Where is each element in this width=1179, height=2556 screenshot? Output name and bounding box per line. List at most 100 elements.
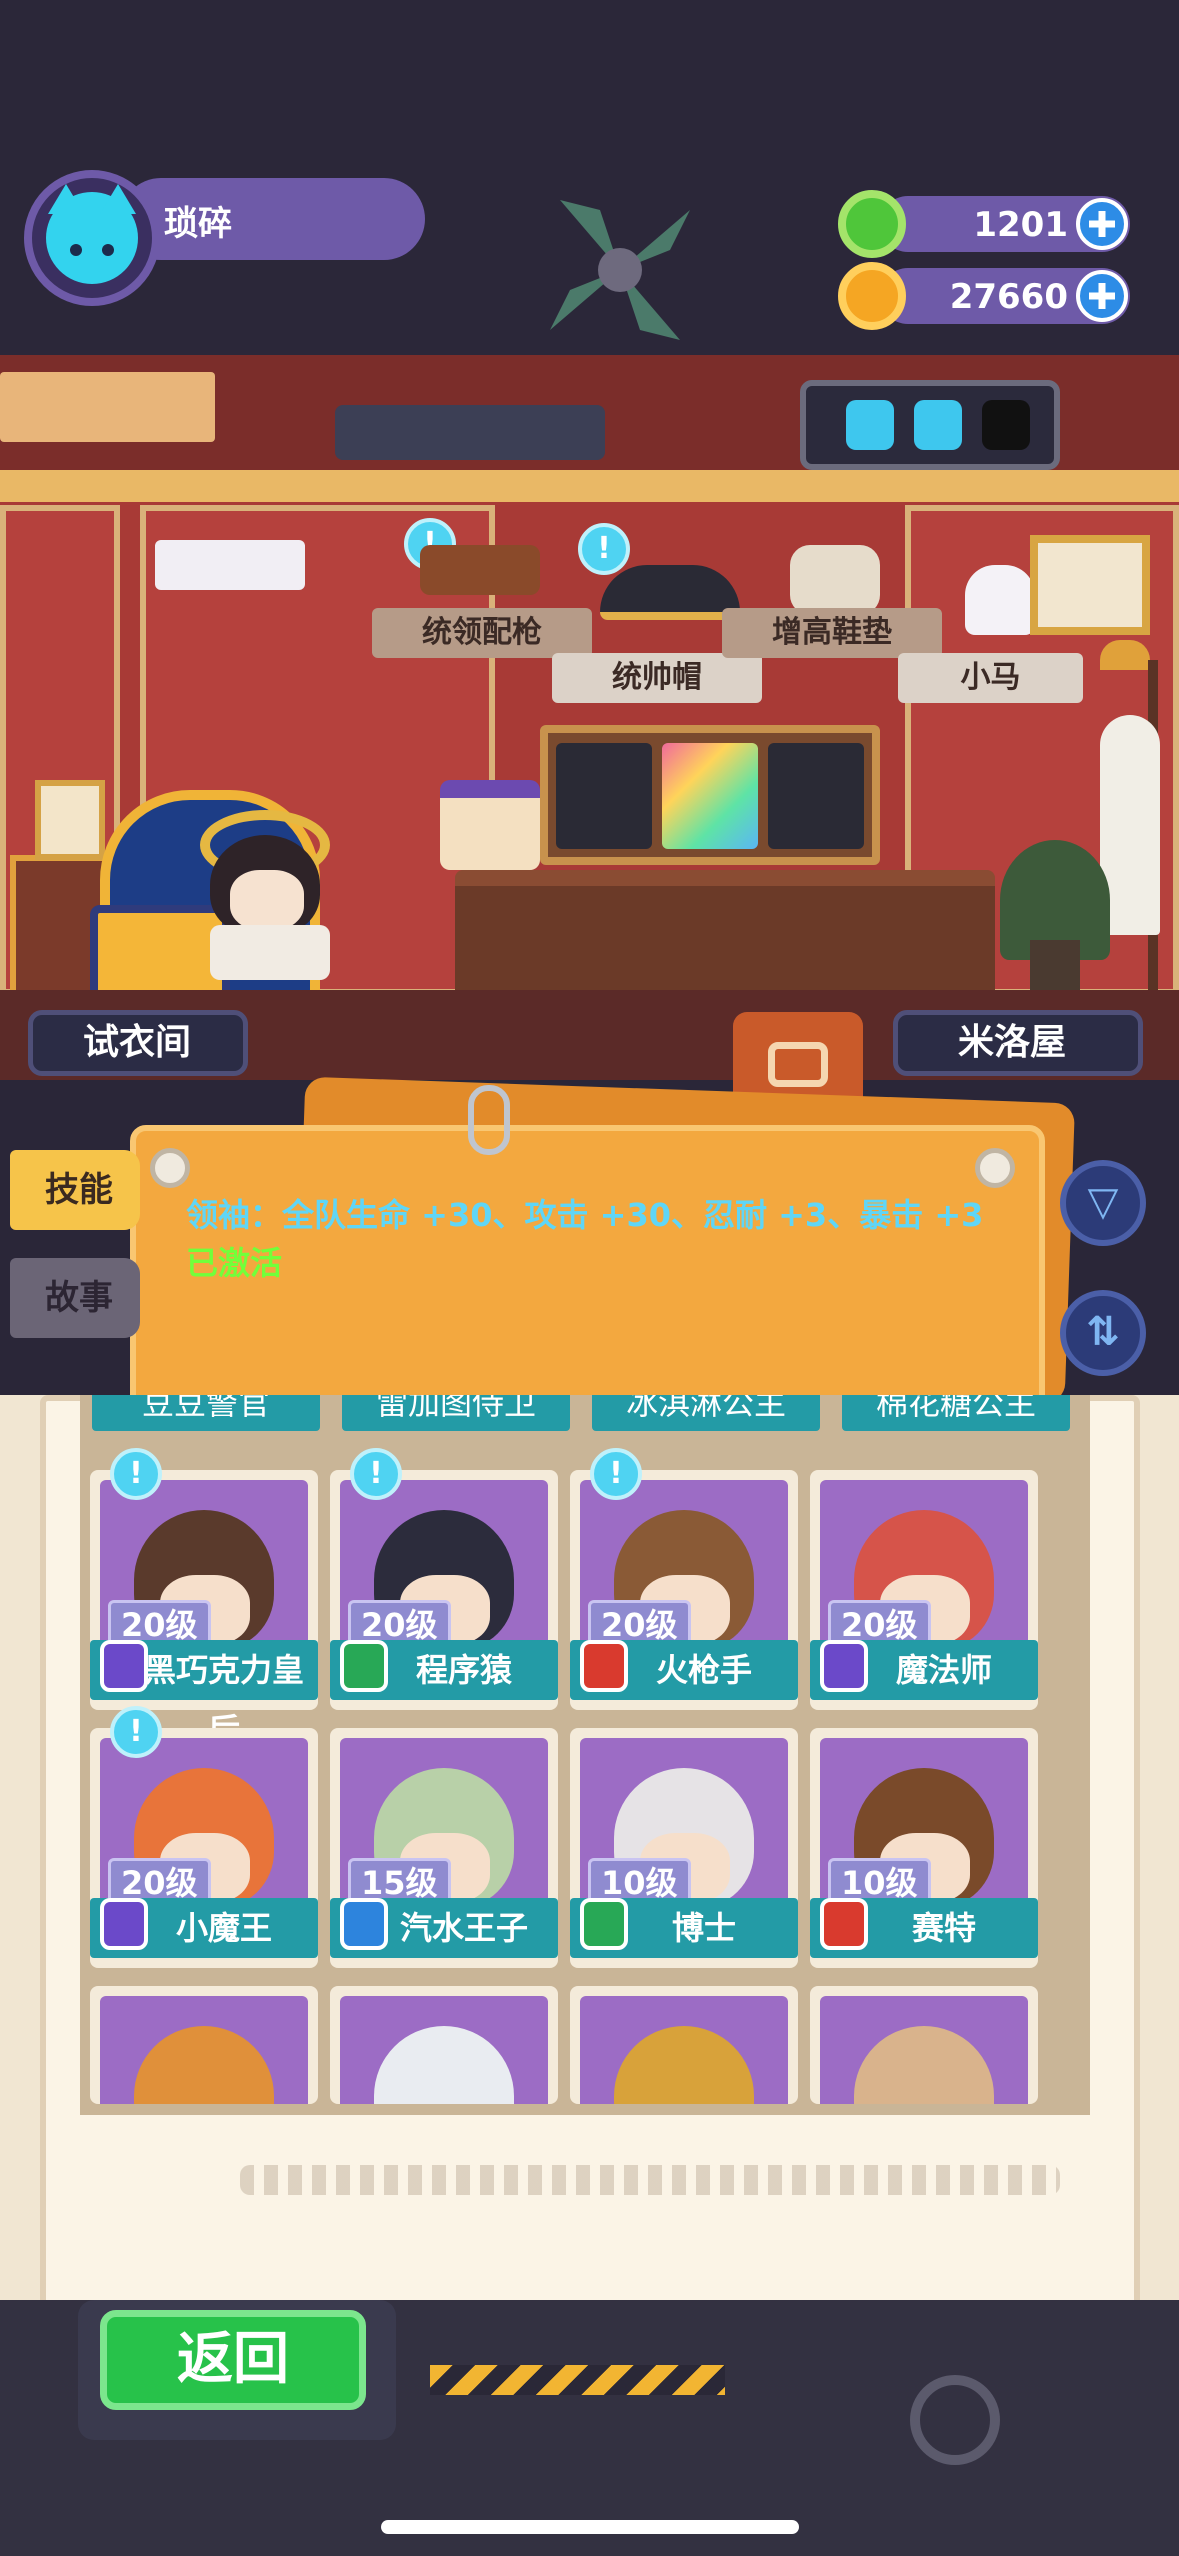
rank-shield-icon [820, 1640, 868, 1692]
tab-story[interactable]: 故事 [10, 1258, 140, 1338]
projector-icon [155, 540, 305, 590]
character-name[interactable]: 冰淇淋公主 [592, 1395, 820, 1431]
cake-icon [440, 780, 540, 870]
character-card[interactable]: 10级 博士 [570, 1728, 798, 1968]
alert-bubble-icon [350, 1448, 402, 1500]
battery-empty-icon [982, 400, 1030, 450]
tab-story-label: 故事 [45, 1278, 113, 1318]
fan-icon [550, 200, 690, 340]
fitting-room-button[interactable]: 试衣间 [28, 1010, 248, 1076]
tab-skills-label: 技能 [45, 1170, 113, 1210]
item-label-pistol[interactable]: 统领配枪 [372, 608, 592, 658]
battery-icon [846, 400, 894, 450]
filter-button[interactable]: ▽ [1060, 1160, 1146, 1246]
alert-bubble-icon [110, 1706, 162, 1758]
battery-icon [914, 400, 962, 450]
rank-shield-icon [340, 1898, 388, 1950]
alert-bubble-icon [590, 1448, 642, 1500]
item-label-horse[interactable]: 小马 [898, 653, 1083, 703]
item-label-hat[interactable]: 统帅帽 [552, 653, 762, 703]
character-card[interactable] [570, 1986, 798, 2104]
rank-shield-icon [340, 1640, 388, 1692]
player-avatar[interactable] [24, 170, 160, 306]
gauge-icon [910, 2375, 1000, 2465]
player-name: 琐碎 [164, 204, 232, 244]
page-footer-text [240, 2165, 1060, 2195]
back-button[interactable]: 返回 [100, 2310, 366, 2410]
character-portrait [100, 1996, 308, 2104]
fitting-room-label: 试衣间 [83, 1022, 192, 1063]
sort-button[interactable]: ⇅ [1060, 1290, 1146, 1376]
rank-shield-icon [820, 1898, 868, 1950]
milo-house-label: 米洛屋 [958, 1022, 1067, 1063]
character-portrait [580, 1996, 788, 2104]
character-name[interactable]: 雷加图侍卫 [342, 1395, 570, 1431]
hazard-stripe [430, 2365, 725, 2395]
horse-portrait-icon [1030, 535, 1150, 635]
filter-icon: ▽ [1087, 1179, 1119, 1225]
rank-shield-icon [580, 1640, 628, 1692]
add-green-currency-button[interactable] [1076, 198, 1128, 250]
pistol-icon[interactable] [420, 545, 540, 595]
insole-icon[interactable] [790, 545, 880, 615]
locked-costume-slot[interactable] [556, 743, 652, 849]
green-donut-coin-icon [838, 190, 906, 258]
character-card[interactable]: 20级 火枪手 [570, 1448, 798, 1710]
item-label-insole[interactable]: 增高鞋垫 [722, 608, 942, 658]
bicorne-hat-icon[interactable] [600, 565, 740, 620]
rank-shield-icon [100, 1898, 148, 1950]
energy-box [800, 380, 1060, 470]
character-name[interactable]: 棉花糖公主 [842, 1395, 1070, 1431]
character-hair [854, 2026, 994, 2104]
character-portrait [340, 1996, 548, 2104]
character-hair [374, 2026, 514, 2104]
cabinet [455, 870, 995, 1010]
character-card[interactable]: 20级 小魔王 [90, 1706, 318, 1968]
selected-costume-slot[interactable] [662, 743, 758, 849]
skill-status: 已激活 [186, 1244, 283, 1282]
alert-bubble-icon [578, 523, 630, 575]
photo-frame-icon [35, 780, 105, 860]
partial-character-row: 豆豆警官 雷加图侍卫 冰淇淋公主 棉花糖公主 [80, 1395, 1090, 1447]
character-card[interactable]: 20级黑巧克力皇后 [90, 1448, 318, 1749]
alert-bubble-icon [110, 1448, 162, 1500]
locked-costume-slot[interactable] [768, 743, 864, 849]
player-name-pill[interactable]: 琐碎 [120, 178, 425, 260]
character-card[interactable] [90, 1986, 318, 2104]
character-hair [134, 2026, 274, 2104]
gold-currency-value: 27660 [949, 277, 1068, 317]
character-portrait [820, 1996, 1028, 2104]
hero-character[interactable] [190, 810, 340, 980]
character-card[interactable]: 15级 汽水王子 [330, 1728, 558, 1968]
back-button-label: 返回 [177, 2327, 289, 2392]
paperclip-icon [468, 1085, 510, 1155]
lamp-icon [1100, 640, 1150, 670]
character-card[interactable] [330, 1986, 558, 2104]
rank-shield-icon [100, 1640, 148, 1692]
character-hair [614, 2026, 754, 2104]
home-indicator[interactable] [381, 2520, 799, 2534]
character-name[interactable]: 豆豆警官 [92, 1395, 320, 1431]
character-card[interactable]: 20级 程序猿 [330, 1448, 558, 1710]
add-gold-currency-button[interactable] [1076, 270, 1128, 322]
milo-house-button[interactable]: 米洛屋 [893, 1010, 1143, 1076]
planet-coin-icon [838, 262, 906, 330]
horse-icon[interactable] [965, 565, 1035, 635]
character-card[interactable] [810, 1986, 1038, 2104]
vent [0, 372, 215, 442]
costume-showcase[interactable] [540, 725, 880, 865]
green-currency-value: 1201 [973, 205, 1068, 245]
character-card[interactable]: 20级 魔法师 [810, 1470, 1038, 1710]
skill-board: 领袖：全队生命 +30、攻击 +30、忍耐 +3、暴击 +3 已激活 [130, 1125, 1045, 1425]
skill-description: 领袖：全队生命 +30、攻击 +30、忍耐 +3、暴击 +3 已激活 [186, 1191, 1026, 1287]
tab-skills[interactable]: 技能 [10, 1150, 140, 1230]
rank-shield-icon [580, 1898, 628, 1950]
skill-text: 领袖：全队生命 +30、攻击 +30、忍耐 +3、暴击 +3 [186, 1196, 984, 1234]
sort-icon: ⇅ [1086, 1309, 1120, 1355]
character-card[interactable]: 10级 赛特 [810, 1728, 1038, 1968]
gold-currency-pill: 27660 [838, 262, 1130, 330]
green-currency-pill: 1201 [838, 190, 1130, 258]
machine [335, 405, 605, 460]
pin-icon [150, 1148, 190, 1188]
pin-icon [975, 1148, 1015, 1188]
